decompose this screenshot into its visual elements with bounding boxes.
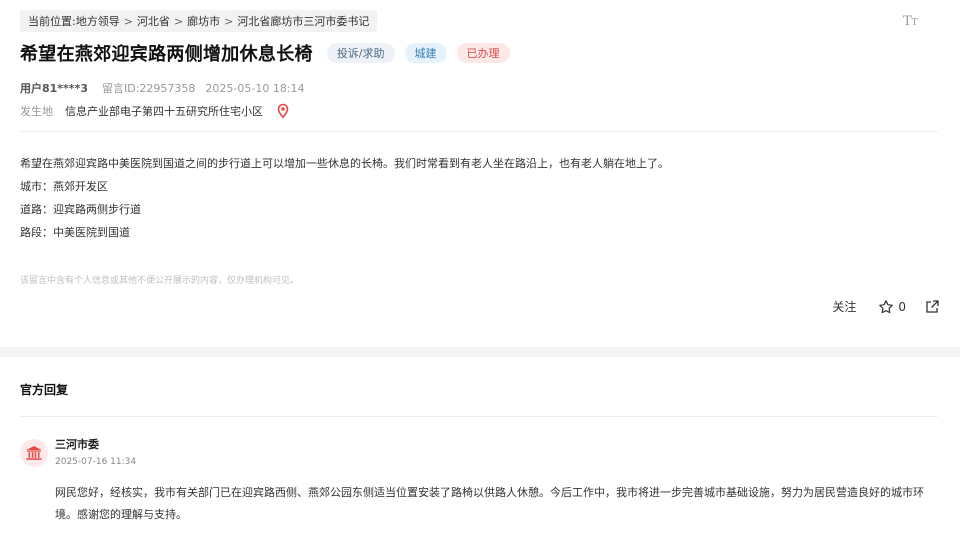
reply-org: 三河市委 2025-07-16 11:34 (20, 438, 136, 469)
breadcrumb-item-city[interactable]: 廊坊市 (187, 13, 220, 29)
divider (20, 416, 938, 417)
breadcrumb-prefix: 当前位置: (28, 15, 76, 28)
message-content: 希望在燕郊迎宾路中美医院到国道之间的步行道上可以增加一些休息的长椅。我们时常看到… (20, 152, 669, 244)
breadcrumb: 当前位置: 地方领导 > 河北省 > 廊坊市 > 河北省廊坊市三河市委书记 (20, 10, 378, 32)
privacy-note: 该留言中含有个人信息或其他不便公开展示的内容，仅办理机构可见。 (20, 276, 300, 286)
content-line: 道路：迎宾路两侧步行道 (20, 203, 141, 216)
status-badge: 已办理 (456, 43, 510, 63)
reply-heading: 官方回复 (20, 383, 69, 397)
type-badge: 投诉/求助 (326, 43, 395, 63)
map-pin-icon[interactable] (275, 103, 291, 119)
org-name: 三河市委 (55, 438, 99, 451)
breadcrumb-item-secretary[interactable]: 河北省廊坊市三河市委书记 (237, 13, 369, 29)
location-value: 信息产业部电子第四十五研究所住宅小区 (65, 105, 263, 118)
content-line: 城市：燕郊开发区 (20, 180, 108, 193)
message-id: 留言ID:22957358 (101, 82, 196, 95)
favorite-button[interactable]: 0 (878, 299, 906, 315)
content-line: 希望在燕郊迎宾路中美医院到国道之间的步行道上可以增加一些休息的长椅。我们时常看到… (20, 157, 669, 170)
breadcrumb-item-province[interactable]: 河北省 (137, 13, 170, 29)
action-bar: 关注 0 (832, 298, 940, 315)
breadcrumb-separator: > (224, 14, 234, 28)
page-title: 希望在燕郊迎宾路两侧增加休息长椅 (20, 44, 313, 65)
breadcrumb-item-leaders[interactable]: 地方领导 (76, 13, 120, 29)
reply-text: 网民您好，经核实，我市有关部门已在迎宾路西侧、燕郊公园东侧适当位置安装了路椅以供… (55, 486, 924, 521)
star-icon (879, 299, 894, 313)
share-icon (926, 299, 939, 313)
title-row: 希望在燕郊迎宾路两侧增加休息长椅 投诉/求助 城建 已办理 (20, 40, 510, 66)
message-meta: 用户81****3 留言ID:22957358 2025-05-10 18:14 (20, 80, 305, 96)
section-separator (0, 347, 960, 357)
content-line: 路段：中美医院到国道 (20, 226, 130, 239)
share-button[interactable] (924, 299, 940, 315)
reply-timestamp: 2025-07-16 11:34 (55, 457, 137, 467)
user-name: 用户81****3 (20, 82, 88, 95)
follow-button[interactable]: 关注 (832, 298, 856, 315)
category-badge: 城建 (404, 43, 447, 63)
breadcrumb-separator: > (173, 14, 184, 28)
breadcrumb-separator: > (123, 14, 133, 28)
government-building-icon (20, 439, 48, 467)
location-row: 发生地 信息产业部电子第四十五研究所住宅小区 (20, 103, 291, 119)
favorite-count: 0 (898, 299, 906, 314)
font-size-toggle-icon[interactable]: TT (903, 14, 918, 29)
message-datetime: 2025-05-10 18:14 (205, 81, 305, 95)
location-label: 发生地 (20, 105, 53, 118)
divider (20, 131, 938, 132)
message-card: 当前位置: 地方领导 > 河北省 > 廊坊市 > 河北省廊坊市三河市委书记 TT… (0, 0, 960, 347)
